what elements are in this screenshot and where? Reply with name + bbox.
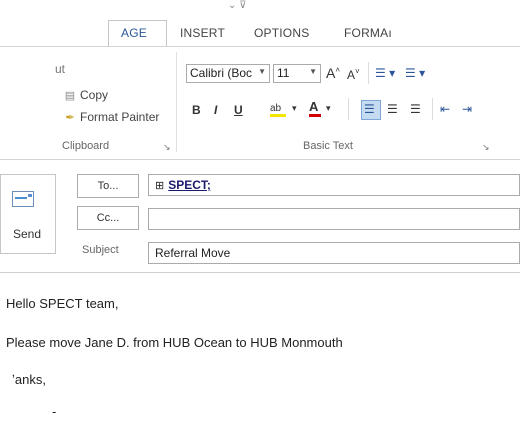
body-message[interactable]: Please move Jane D. from HUB Ocean to HU… — [6, 335, 343, 350]
align-center-icon[interactable]: ☰ — [387, 102, 398, 116]
cc-button[interactable]: Cc... — [77, 206, 139, 230]
chevron-down-icon[interactable]: ▾ — [292, 103, 297, 114]
to-button[interactable]: To... — [77, 174, 139, 198]
subject-field[interactable]: Referral Move — [148, 242, 520, 264]
tab-options[interactable]: OPTIONS — [254, 26, 309, 40]
paintbrush-icon: ✒ — [65, 112, 75, 124]
highlight-icon[interactable]: ab — [270, 100, 286, 117]
body-signature[interactable]: - — [52, 404, 56, 419]
group-separator — [176, 52, 177, 152]
chevron-down-icon: ▼ — [309, 67, 317, 76]
body-signoff[interactable]: ʼanks, — [12, 372, 46, 387]
basic-text-group-label: Basic Text — [303, 140, 353, 152]
divider — [348, 98, 349, 120]
shrink-font-icon[interactable]: A˅ — [347, 67, 360, 82]
tab-format[interactable]: FORMAı — [344, 26, 392, 40]
format-painter-button[interactable]: ✒ Format Painter — [63, 110, 159, 124]
chevron-down-icon: ▼ — [258, 67, 266, 76]
quick-access-toolbar: ⌄ ⊽ — [228, 0, 247, 11]
expand-recipient-icon[interactable]: ⊞ — [155, 180, 164, 192]
bullets-icon[interactable]: ☰ ▾ — [375, 66, 395, 80]
font-name-combo[interactable]: Calibri (Boc ▼ — [186, 64, 270, 83]
to-field[interactable]: ⊞ SPECT; — [148, 174, 520, 196]
copy-icon: ▤ — [64, 90, 76, 102]
font-name-value: Calibri (Boc — [190, 66, 253, 80]
clipboard-launcher-icon[interactable]: ↘ — [163, 142, 171, 153]
clipboard-group-label: Clipboard — [62, 140, 110, 152]
align-right-icon[interactable]: ☰ — [410, 102, 421, 116]
body-greeting[interactable]: Hello SPECT team, — [6, 296, 118, 311]
chevron-down-icon[interactable]: ▾ — [326, 103, 331, 114]
copy-button[interactable]: ▤ Copy — [63, 88, 108, 102]
copy-label: Copy — [80, 88, 109, 102]
send-label: Send — [13, 227, 42, 241]
subject-label: Subject — [82, 244, 119, 256]
align-left-icon: ☰ — [364, 102, 375, 116]
divider — [368, 62, 369, 84]
numbering-icon[interactable]: ☰ ▾ — [405, 66, 425, 80]
font-color-icon[interactable]: A — [309, 99, 321, 117]
cut-button[interactable]: ut — [55, 62, 65, 76]
tab-insert[interactable]: INSERT — [180, 26, 225, 40]
font-size-value: 11 — [277, 66, 290, 80]
italic-button[interactable]: I — [214, 103, 217, 117]
header-body-divider — [0, 272, 520, 273]
divider — [432, 98, 433, 120]
cc-field[interactable] — [148, 208, 520, 230]
decrease-indent-icon[interactable]: ⇤ — [440, 102, 450, 116]
increase-indent-icon[interactable]: ⇥ — [462, 102, 472, 116]
to-recipient[interactable]: SPECT; — [168, 178, 211, 192]
tab-message[interactable]: AGE — [121, 26, 147, 40]
envelope-icon — [12, 191, 34, 207]
cut-label: ut — [55, 62, 66, 76]
bold-button[interactable]: B — [192, 103, 201, 117]
format-painter-label: Format Painter — [80, 110, 160, 124]
grow-font-icon[interactable]: A˄ — [326, 65, 340, 81]
underline-button[interactable]: U — [234, 103, 243, 117]
basic-text-launcher-icon[interactable]: ↘ — [482, 142, 490, 153]
send-button[interactable]: Send — [0, 174, 56, 254]
font-size-combo[interactable]: 11 ▼ — [273, 64, 321, 83]
